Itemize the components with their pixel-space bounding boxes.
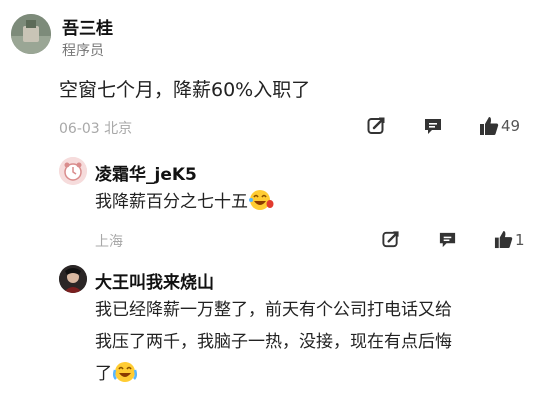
laugh-cry-emoji-icon — [248, 188, 274, 217]
reply-avatar[interactable] — [59, 157, 87, 185]
post-content: 空窗七个月，降薪60%入职了 — [59, 79, 311, 101]
author-role: 程序员 — [62, 43, 104, 59]
reply-content: 我降薪百分之七十五 — [95, 187, 274, 217]
share-icon[interactable] — [381, 230, 400, 249]
share-icon[interactable] — [366, 116, 386, 136]
reply-avatar[interactable] — [59, 265, 87, 293]
author-name[interactable]: 吾三桂 — [62, 14, 113, 39]
like-icon[interactable] — [479, 116, 499, 136]
post-meta: 06-03 北京 — [59, 121, 133, 137]
laugh-cry-emoji-icon — [112, 360, 138, 389]
comment-icon[interactable] — [438, 230, 457, 249]
reply-text: 了 — [95, 364, 112, 384]
like-icon[interactable] — [494, 230, 513, 249]
reply-author[interactable]: 凌霜华_jeK5 — [95, 160, 197, 185]
reply-text: 我降薪百分之七十五 — [95, 192, 248, 212]
reply-author[interactable]: 大王叫我来烧山 — [95, 268, 214, 293]
comment-icon[interactable] — [423, 116, 443, 136]
like-count: 1 — [515, 231, 525, 249]
reply-content-line-3: 了 — [95, 359, 138, 389]
author-avatar[interactable] — [11, 14, 51, 54]
like-count: 49 — [501, 117, 521, 135]
reply-location: 上海 — [95, 234, 123, 250]
reply-content-line-1: 我已经降薪一万整了，前天有个公司打电话又给 — [95, 300, 452, 320]
reply-content-line-2: 我压了两千，我脑子一热，没接，现在有点后悔 — [95, 332, 452, 352]
